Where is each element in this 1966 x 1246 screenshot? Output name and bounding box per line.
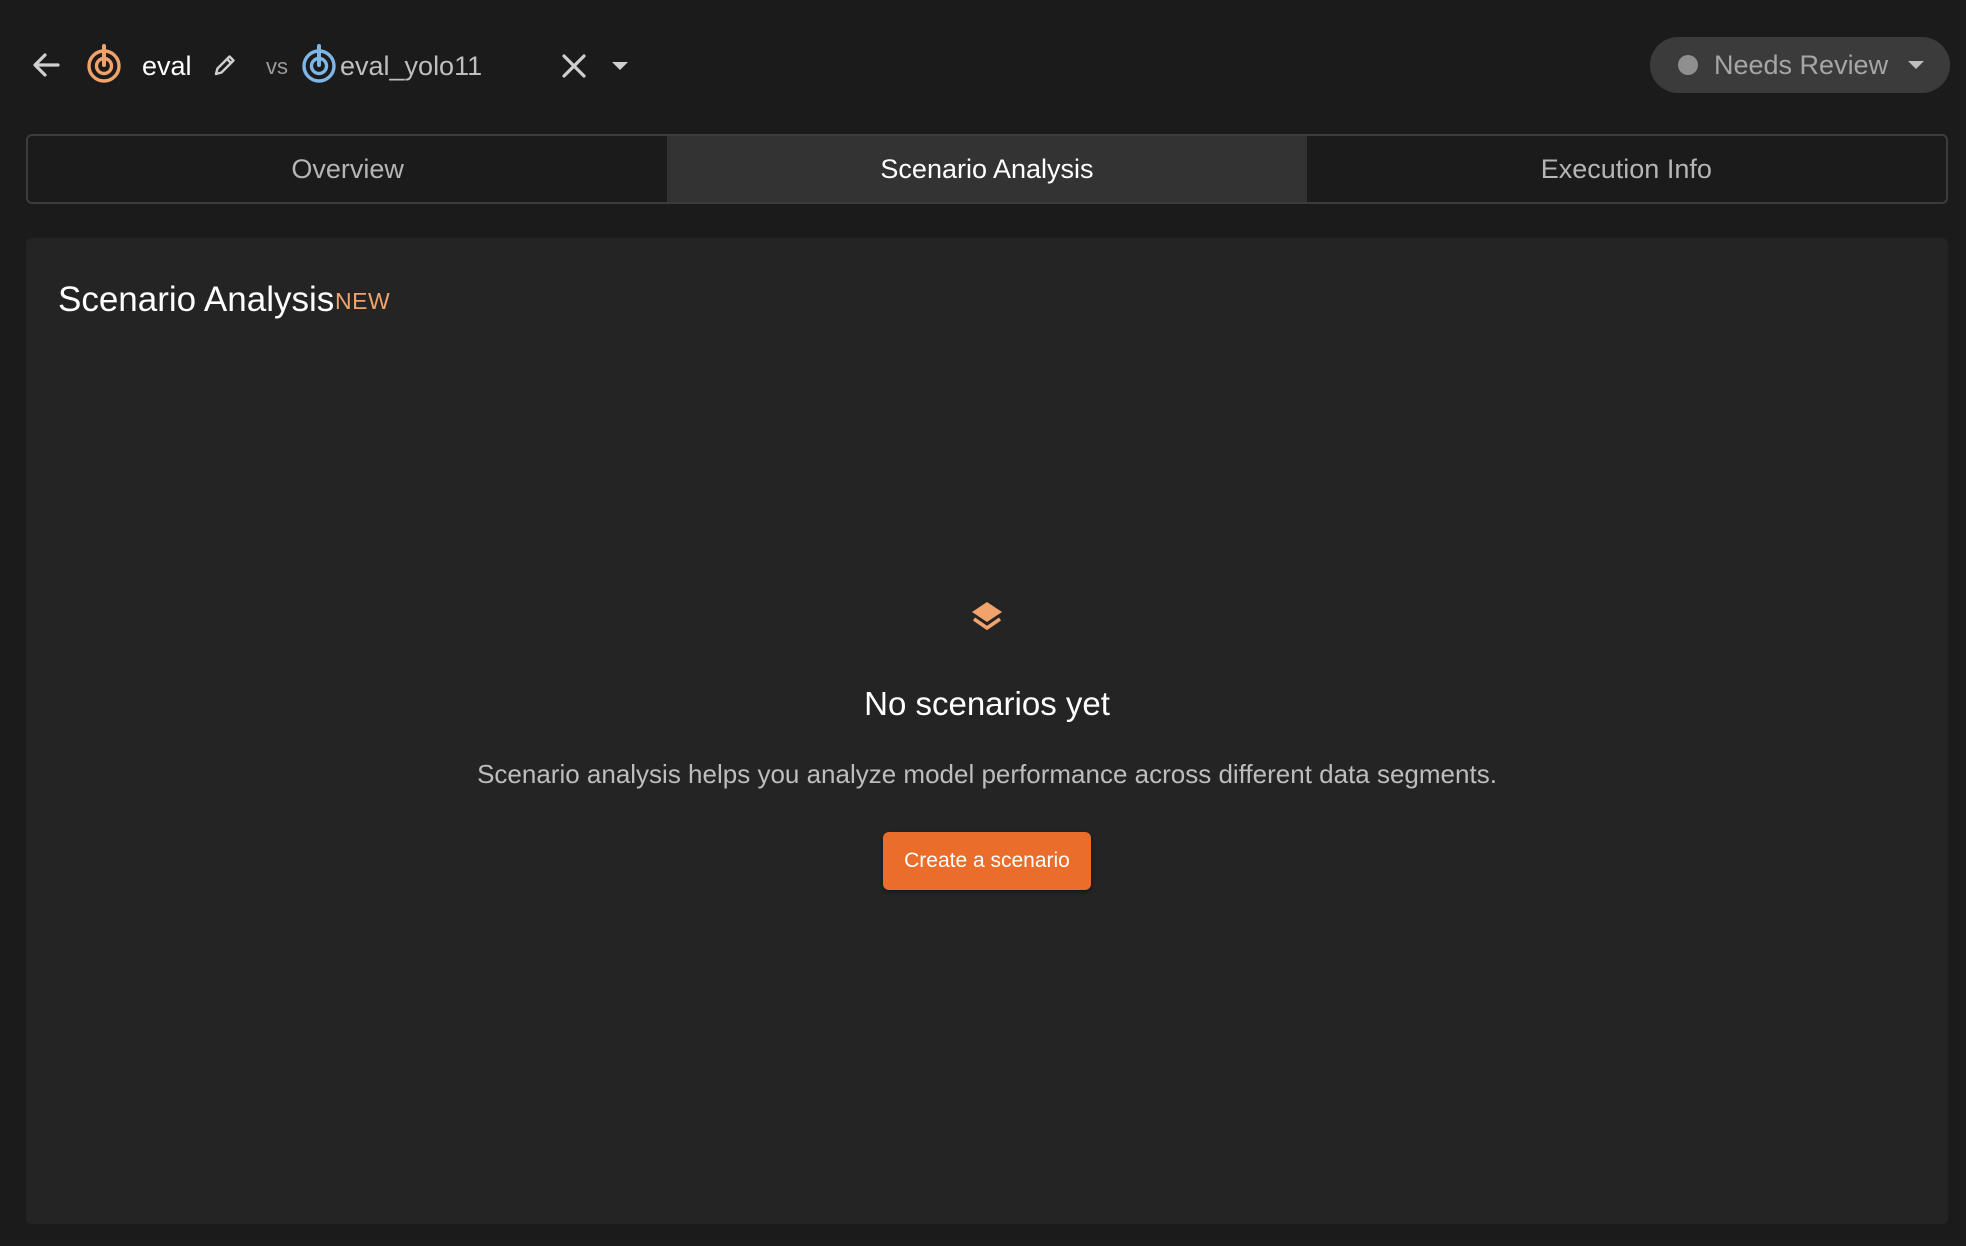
clear-comparison-button[interactable] [556, 48, 592, 84]
review-status-dropdown[interactable]: Needs Review [1650, 37, 1950, 93]
target-icon [87, 44, 121, 83]
panel-title: Scenario Analysis [58, 280, 335, 319]
chevron-down-icon [1908, 61, 1924, 69]
status-label: Needs Review [1714, 50, 1889, 80]
scenario-analysis-panel: Scenario Analysis NEW No scenarios yet S… [26, 238, 1948, 1224]
pencil-icon [214, 55, 235, 76]
tab-scenario-analysis[interactable]: Scenario Analysis [667, 136, 1307, 202]
empty-state-description: Scenario analysis helps you analyze mode… [477, 759, 1497, 789]
chevron-down-icon [612, 62, 628, 70]
edit-run-button[interactable] [210, 50, 240, 80]
tab-bar: Overview Scenario Analysis Execution Inf… [26, 134, 1948, 204]
create-scenario-button[interactable]: Create a scenario [883, 832, 1091, 890]
tab-overview[interactable]: Overview [28, 136, 667, 202]
compare-run-dropdown[interactable] [606, 52, 634, 80]
primary-run-name: eval [142, 51, 192, 81]
compare-run-name[interactable]: eval_yolo11 [340, 48, 482, 84]
vs-label: vs [266, 54, 288, 79]
status-dot [1678, 55, 1698, 75]
new-badge: NEW [335, 288, 391, 314]
tab-execution-info[interactable]: Execution Info [1307, 136, 1946, 202]
back-button[interactable] [28, 46, 66, 84]
arrow-left-icon [33, 53, 60, 77]
target-icon [302, 44, 336, 83]
layers-icon [972, 602, 1002, 630]
close-icon [562, 54, 586, 78]
empty-state: No scenarios yet Scenario analysis helps… [26, 598, 1948, 890]
header-bar: eval vs eval_yolo11 Needs Review [0, 0, 1966, 132]
empty-state-title: No scenarios yet [864, 685, 1110, 722]
